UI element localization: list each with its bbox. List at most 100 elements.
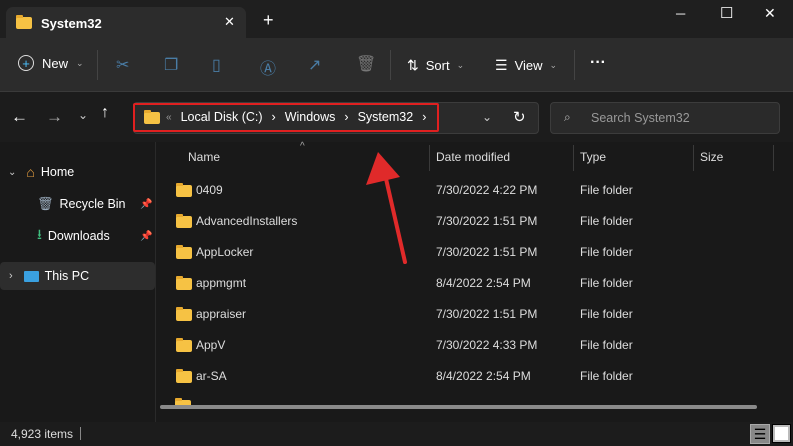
- file-type: File folder: [580, 183, 633, 197]
- sort-icon: ⇅: [407, 57, 419, 73]
- sidebar-label: Downloads: [47, 229, 110, 243]
- file-type: File folder: [580, 214, 633, 228]
- table-row[interactable]: AdvancedInstallers 7/30/2022 1:51 PM Fil…: [160, 206, 772, 237]
- pc-icon: [23, 270, 39, 282]
- file-name: appmgmt: [196, 276, 247, 290]
- pin-icon[interactable]: 📌: [140, 231, 152, 242]
- folder-icon: [16, 15, 32, 29]
- chevron-right-icon[interactable]: ›: [9, 270, 13, 282]
- sidebar-item-downloads[interactable]: ⭳ Downloads 📌: [0, 222, 155, 250]
- table-row-partial[interactable]: [160, 392, 772, 406]
- new-button[interactable]: + New ⌄: [18, 55, 84, 71]
- sidebar-item-recycle-bin[interactable]: 🗑 Recycle Bin 📌: [0, 190, 155, 218]
- file-name: AdvancedInstallers: [196, 214, 298, 228]
- date-modified: 8/4/2022 2:54 PM: [436, 369, 531, 383]
- address-dropdown-icon[interactable]: ⌄: [482, 110, 492, 124]
- folder-icon: [176, 245, 192, 259]
- download-icon: ⭳: [37, 226, 42, 242]
- column-header-date[interactable]: Date modified: [436, 150, 510, 164]
- file-type: File folder: [580, 369, 633, 383]
- address-highlight-box: [133, 103, 439, 132]
- minimize-button[interactable]: ─: [676, 6, 685, 21]
- date-modified: 7/30/2022 4:22 PM: [436, 183, 538, 197]
- view-button[interactable]: ☰ View ⌄: [495, 57, 557, 74]
- more-options-button[interactable]: ···: [590, 54, 606, 72]
- item-count: 4,923 items: [11, 427, 74, 441]
- sort-label: Sort: [425, 58, 450, 73]
- file-name: appraiser: [196, 307, 247, 321]
- plus-circle-icon: +: [18, 55, 34, 71]
- date-modified: 7/30/2022 4:33 PM: [436, 338, 538, 352]
- forward-arrow-icon[interactable]: →: [46, 107, 63, 127]
- up-arrow-icon[interactable]: ↑: [101, 104, 109, 122]
- file-name: AppLocker: [196, 245, 254, 259]
- new-tab-button[interactable]: +: [263, 10, 274, 31]
- sidebar-label: Home: [40, 165, 75, 179]
- column-header-name[interactable]: Name: [188, 150, 220, 164]
- view-label: View: [514, 58, 543, 73]
- chevron-down-icon[interactable]: ⌄: [8, 167, 16, 178]
- delete-icon[interactable]: 🗑: [356, 54, 376, 74]
- sidebar-label: This PC: [44, 269, 90, 283]
- home-icon: ⌂: [26, 164, 35, 180]
- file-type: File folder: [580, 276, 633, 290]
- table-row[interactable]: appraiser 7/30/2022 1:51 PM File folder: [160, 299, 772, 330]
- recent-chevron-icon[interactable]: ⌄: [78, 108, 88, 122]
- file-type: File folder: [580, 307, 633, 321]
- date-modified: 7/30/2022 1:51 PM: [436, 307, 538, 321]
- folder-icon: [176, 307, 192, 321]
- date-modified: 7/30/2022 1:51 PM: [436, 245, 538, 259]
- folder-icon: [176, 338, 192, 352]
- close-window-button[interactable]: ✕: [764, 5, 776, 22]
- search-input[interactable]: ⌕ Search System32: [550, 102, 780, 134]
- sort-ascending-icon: ^: [300, 141, 305, 152]
- sidebar-item-this-pc[interactable]: › This PC: [0, 262, 155, 290]
- pin-icon[interactable]: 📌: [140, 199, 152, 210]
- rename-icon[interactable]: Ⓐ: [260, 55, 276, 79]
- tab-system32[interactable]: System32 ✕: [6, 7, 246, 38]
- sidebar-label: Recycle Bin: [59, 197, 126, 211]
- file-name: ar-SA: [196, 369, 227, 383]
- refresh-icon[interactable]: ↻: [513, 108, 526, 126]
- chevron-down-icon: ⌄: [76, 57, 84, 68]
- folder-icon: [176, 369, 192, 383]
- file-type: File folder: [580, 338, 633, 352]
- file-type: File folder: [580, 245, 633, 259]
- file-name: AppV: [196, 338, 226, 352]
- maximize-button[interactable]: ☐: [720, 4, 733, 22]
- table-row[interactable]: appmgmt 8/4/2022 2:54 PM File folder: [160, 268, 772, 299]
- vertical-scrollbar[interactable]: [781, 148, 783, 398]
- chevron-down-icon: ⌄: [456, 60, 465, 70]
- date-modified: 8/4/2022 2:54 PM: [436, 276, 531, 290]
- tiles-view-button[interactable]: [772, 424, 791, 443]
- status-bar: 4,923 items ☰: [0, 422, 793, 446]
- sort-button[interactable]: ⇅ Sort ⌄: [407, 57, 464, 74]
- recycle-bin-icon: 🗑: [37, 196, 54, 211]
- details-view-button[interactable]: ☰: [750, 424, 770, 444]
- column-header-size[interactable]: Size: [700, 150, 723, 164]
- horizontal-scrollbar[interactable]: [160, 405, 757, 409]
- new-label: New: [42, 55, 69, 71]
- table-row[interactable]: AppV 7/30/2022 4:33 PM File folder: [160, 330, 772, 361]
- search-icon: ⌕: [564, 110, 571, 124]
- paste-icon[interactable]: ▯: [212, 55, 221, 75]
- share-icon[interactable]: ↗: [308, 55, 321, 75]
- tab-title: System32: [41, 16, 102, 31]
- date-modified: 7/30/2022 1:51 PM: [436, 214, 538, 228]
- close-tab-button[interactable]: ✕: [224, 14, 235, 30]
- table-row[interactable]: AppLocker 7/30/2022 1:51 PM File folder: [160, 237, 772, 268]
- file-name: 0409: [196, 183, 223, 197]
- column-header-type[interactable]: Type: [580, 150, 606, 164]
- annotation-arrow: [366, 152, 407, 264]
- copy-icon[interactable]: ❐: [164, 55, 178, 75]
- folder-icon: [176, 214, 192, 228]
- cut-icon[interactable]: ✂: [116, 55, 129, 75]
- table-row[interactable]: 0409 7/30/2022 4:22 PM File folder: [160, 175, 772, 206]
- chevron-down-icon: ⌄: [549, 60, 558, 70]
- view-icon: ☰: [495, 57, 508, 73]
- table-row[interactable]: ar-SA 8/4/2022 2:54 PM File folder: [160, 361, 772, 392]
- search-placeholder: Search System32: [591, 111, 690, 125]
- folder-icon: [176, 183, 192, 197]
- sidebar-item-home[interactable]: ⌄ ⌂ Home: [0, 158, 155, 186]
- back-arrow-icon[interactable]: ←: [11, 107, 28, 127]
